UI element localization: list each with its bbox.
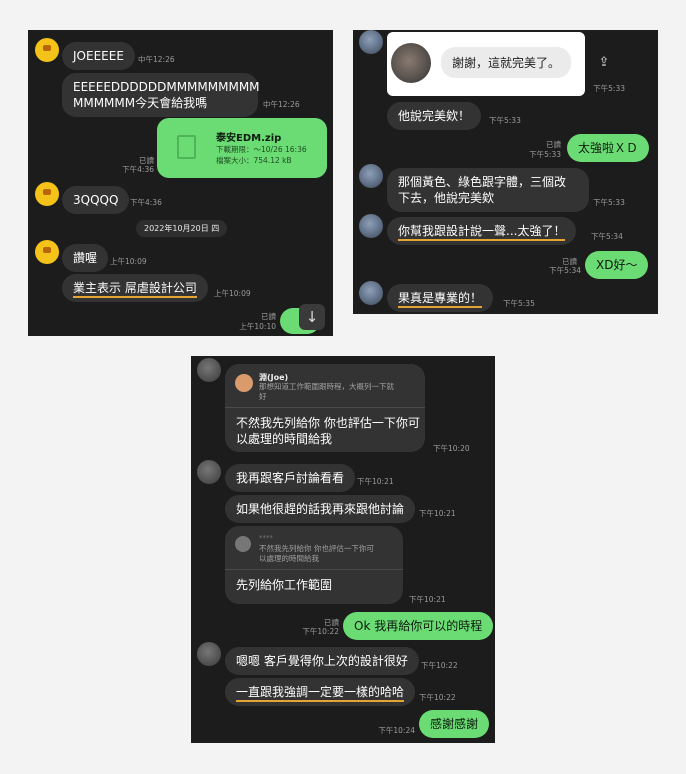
file-icon: [177, 135, 196, 159]
message-text: 業主表示 屌虐設計公司: [73, 281, 197, 298]
message-time: 中午12:26: [263, 100, 300, 109]
message-text: XD好～: [596, 258, 638, 272]
contact-avatar[interactable]: [197, 642, 221, 666]
message-time: 上午10:09: [110, 257, 147, 266]
contact-avatar[interactable]: [197, 358, 221, 382]
message-text: 3QQQQ: [73, 193, 119, 207]
message-text: 先列給你工作範圍: [236, 578, 333, 592]
reply-divider: [225, 569, 403, 570]
message-text: 你幫我跟設計說一聲...太強了！: [398, 224, 566, 241]
message-time: 下午10:21: [419, 509, 456, 518]
message-bubble[interactable]: 3QQQQ: [62, 186, 130, 214]
message-bubble[interactable]: 嗯嗯 客戶覺得你上次的設計很好: [225, 647, 419, 675]
message-time: 下午4:36: [122, 165, 154, 174]
message-text: 感謝感謝: [430, 717, 479, 731]
message-text: 太強啦ＸＤ: [578, 141, 639, 155]
message-bubble[interactable]: 如果他很趕的話我再來跟他討論: [225, 495, 416, 523]
message-time: 上午10:09: [214, 289, 251, 298]
message-text: 如果他很趕的話我再來跟他討論: [236, 502, 405, 516]
message-time: 下午10:24: [378, 726, 415, 735]
contact-avatar[interactable]: [359, 30, 383, 54]
message-time: 下午5:34: [591, 232, 623, 241]
reply-author-avatar: [235, 536, 251, 552]
message-bubble[interactable]: Ok 我再給你可以的時程: [343, 612, 494, 640]
message-text: JOEEEEE: [73, 49, 124, 63]
read-receipt: 已讀: [562, 257, 577, 266]
date-separator: 2022年10月20日 四: [136, 220, 228, 237]
reply-author-name: ****: [259, 534, 273, 542]
message-bubble[interactable]: XD好～: [585, 251, 649, 279]
message-time: 下午4:36: [130, 198, 162, 207]
message-time: 下午10:21: [357, 477, 394, 486]
message-time: 下午5:33: [593, 84, 625, 93]
reply-author-avatar: [235, 374, 253, 392]
chat-panel-2: 謝謝，這就完美了。 ⇪ 下午5:33 他說完美欸！ 下午5:33 已讀 下午5:…: [353, 30, 658, 314]
file-expiry: 下載期限：～10/26 16:36: [216, 145, 307, 154]
reply-message-bubble[interactable]: **** 不然我先列給你 你也評估一下你可 以處理的時間給我 先列給你工作範圍: [225, 526, 403, 604]
message-time: 下午5:35: [503, 299, 535, 308]
message-bubble[interactable]: 讚喔: [62, 244, 109, 272]
contact-avatar[interactable]: [359, 214, 383, 238]
message-bubble[interactable]: 果真是專業的！: [387, 284, 494, 312]
reply-quoted-text: 那想知道工作範圍跟時程，大概列一下就 好: [259, 382, 394, 401]
contact-avatar[interactable]: [35, 182, 59, 206]
chat-panel-1: JOEEEEE 中午12:26 EEEEEDDDDDDMMMMMMMMM MMM…: [28, 30, 333, 336]
message-bubble[interactable]: 感謝感謝: [419, 710, 490, 738]
reply-quoted-text: 不然我先列給你 你也評估一下你可 以處理的時間給我: [259, 544, 374, 563]
share-button[interactable]: ⇪: [593, 52, 615, 74]
arrow-down-icon: ↓: [305, 308, 319, 326]
message-text: 一直跟我強調一定要一樣的哈哈: [236, 685, 405, 702]
reply-divider: [225, 407, 425, 408]
read-receipt: 已讀: [139, 156, 154, 165]
reply-message-bubble[interactable]: 淵(Joe) 那想知道工作範圍跟時程，大概列一下就 好 不然我先列給你 你也評估…: [225, 364, 425, 452]
contact-avatar[interactable]: [35, 240, 59, 264]
message-bubble[interactable]: 太強啦ＸＤ: [567, 134, 650, 162]
read-receipt: 已讀: [261, 312, 276, 321]
message-time: 下午10:20: [433, 444, 470, 453]
chat-panel-3: 淵(Joe) 那想知道工作範圍跟時程，大概列一下就 好 不然我先列給你 你也評估…: [191, 356, 495, 743]
message-text: 不然我先列給你 你也評估一下你可 以處理的時間給我: [236, 416, 420, 446]
message-bubble[interactable]: 業主表示 屌虐設計公司: [62, 274, 208, 302]
read-receipt: 已讀: [546, 140, 561, 149]
file-size: 檔案大小：754.12 kB: [216, 156, 292, 165]
message-time: 下午10:22: [302, 627, 339, 636]
message-text: 嗯嗯 客戶覺得你上次的設計很好: [236, 654, 408, 668]
read-receipt: 已讀: [324, 618, 339, 627]
message-bubble[interactable]: 那個黃色、綠色跟字體，三個改 下去，他說完美欸: [387, 168, 589, 212]
message-bubble[interactable]: 一直跟我強調一定要一樣的哈哈: [225, 678, 416, 706]
message-bubble[interactable]: EEEEEDDDDDDMMMMMMMMM MMMMMM今天會給我嗎: [62, 73, 260, 117]
quoted-image-card[interactable]: 謝謝，這就完美了。: [387, 32, 585, 96]
message-text: 果真是專業的！: [398, 291, 483, 308]
message-bubble[interactable]: 你幫我跟設計說一聲...太強了！: [387, 217, 577, 245]
message-time: 下午5:34: [549, 266, 581, 275]
scroll-to-bottom-button[interactable]: ↓: [299, 304, 325, 330]
quoted-bubble: 謝謝，這就完美了。: [441, 47, 572, 78]
message-text: 他說完美欸！: [398, 109, 471, 123]
contact-avatar[interactable]: [35, 38, 59, 62]
contact-avatar[interactable]: [197, 460, 221, 484]
message-time: 下午10:22: [419, 693, 456, 702]
message-time: 下午5:33: [489, 116, 521, 125]
message-time: 上午10:10: [239, 322, 276, 331]
message-bubble[interactable]: 他說完美欸！: [387, 102, 482, 130]
message-time: 下午5:33: [593, 198, 625, 207]
message-text: Ok 我再給你可以的時程: [354, 619, 483, 633]
message-time: 下午10:22: [421, 661, 458, 670]
message-text: EEEEEDDDDDDMMMMMMMMM MMMMMM今天會給我嗎: [73, 80, 260, 110]
message-bubble[interactable]: 我再跟客戶討論看看: [225, 464, 356, 492]
blurred-photo: [391, 43, 431, 83]
share-icon: ⇪: [598, 55, 610, 70]
contact-avatar[interactable]: [359, 281, 383, 305]
message-time: 下午5:33: [529, 150, 561, 159]
file-message[interactable]: 泰安EDM.zip 下載期限：～10/26 16:36 檔案大小：754.12 …: [157, 118, 327, 178]
file-name: 泰安EDM.zip: [216, 133, 282, 144]
message-time: 中午12:26: [138, 55, 175, 64]
contact-avatar[interactable]: [359, 164, 383, 188]
message-time: 下午10:21: [409, 595, 446, 604]
message-text: 讚喔: [73, 251, 98, 265]
message-bubble[interactable]: JOEEEEE: [62, 42, 135, 70]
message-text: 那個黃色、綠色跟字體，三個改 下去，他說完美欸: [398, 175, 567, 205]
quoted-text: 謝謝，這就完美了。: [452, 56, 561, 70]
message-text: 我再跟客戶討論看看: [236, 471, 345, 485]
